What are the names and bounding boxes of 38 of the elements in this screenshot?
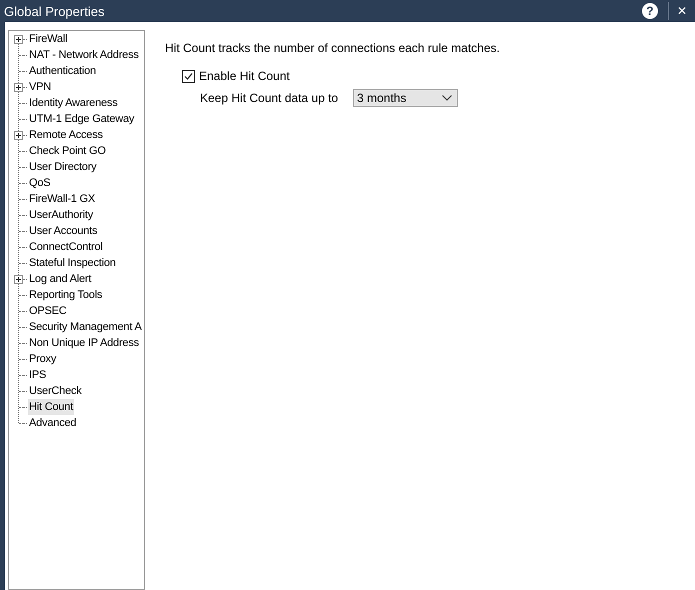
- expand-icon[interactable]: [14, 34, 23, 44]
- expand-icon[interactable]: [14, 274, 23, 284]
- description-text: Hit Count tracks the number of connections each rule matches.: [165, 41, 500, 55]
- tree-item[interactable]: Identity Awareness: [28, 95, 119, 111]
- tree-item[interactable]: Proxy: [28, 351, 58, 367]
- expand-icon[interactable]: [14, 130, 23, 140]
- tree-item[interactable]: NAT - Network Address: [28, 47, 140, 63]
- tree-item[interactable]: Check Point GO: [28, 143, 107, 159]
- tree-item[interactable]: FireWall: [28, 31, 68, 47]
- tree-item[interactable]: Advanced: [28, 415, 78, 431]
- keep-label: Keep Hit Count data up to: [200, 91, 340, 105]
- tree-item[interactable]: Stateful Inspection: [28, 255, 117, 271]
- tree-item[interactable]: UserCheck: [28, 383, 83, 399]
- window-title: Global Properties: [4, 4, 104, 18]
- help-button[interactable]: ?: [642, 3, 658, 19]
- close-button[interactable]: ✕: [668, 4, 695, 18]
- tree-item[interactable]: QoS: [28, 175, 52, 191]
- tree-item[interactable]: Security Management A: [28, 319, 143, 335]
- expand-icon[interactable]: [14, 82, 23, 92]
- chevron-icon: [442, 95, 452, 101]
- tree-item[interactable]: OPSEC: [28, 303, 68, 319]
- tree-item[interactable]: FireWall-1 GX: [28, 191, 96, 207]
- tree-item[interactable]: User Accounts: [28, 223, 98, 239]
- tree-item[interactable]: ConnectControl: [28, 239, 104, 255]
- checkbox[interactable]: [182, 70, 195, 82]
- tree-item[interactable]: UserAuthority: [28, 207, 94, 223]
- months-dropdown[interactable]: 3 months: [353, 89, 458, 107]
- checkbox-label: Enable Hit Count: [199, 69, 290, 83]
- tree-item[interactable]: Log and Alert: [28, 271, 92, 287]
- tree-item[interactable]: UTM-1 Edge Gateway: [28, 111, 136, 127]
- tree-item[interactable]: Hit Count: [28, 399, 74, 415]
- tree-item[interactable]: Reporting Tools: [28, 287, 104, 303]
- tree-item[interactable]: VPN: [28, 79, 52, 95]
- tree-item[interactable]: IPS: [28, 367, 48, 383]
- tree-item[interactable]: Non Unique IP Address: [28, 335, 140, 351]
- tree-item[interactable]: Authentication: [28, 63, 97, 79]
- tree-item[interactable]: Remote Access: [28, 127, 104, 143]
- tree-item[interactable]: User Directory: [28, 159, 98, 175]
